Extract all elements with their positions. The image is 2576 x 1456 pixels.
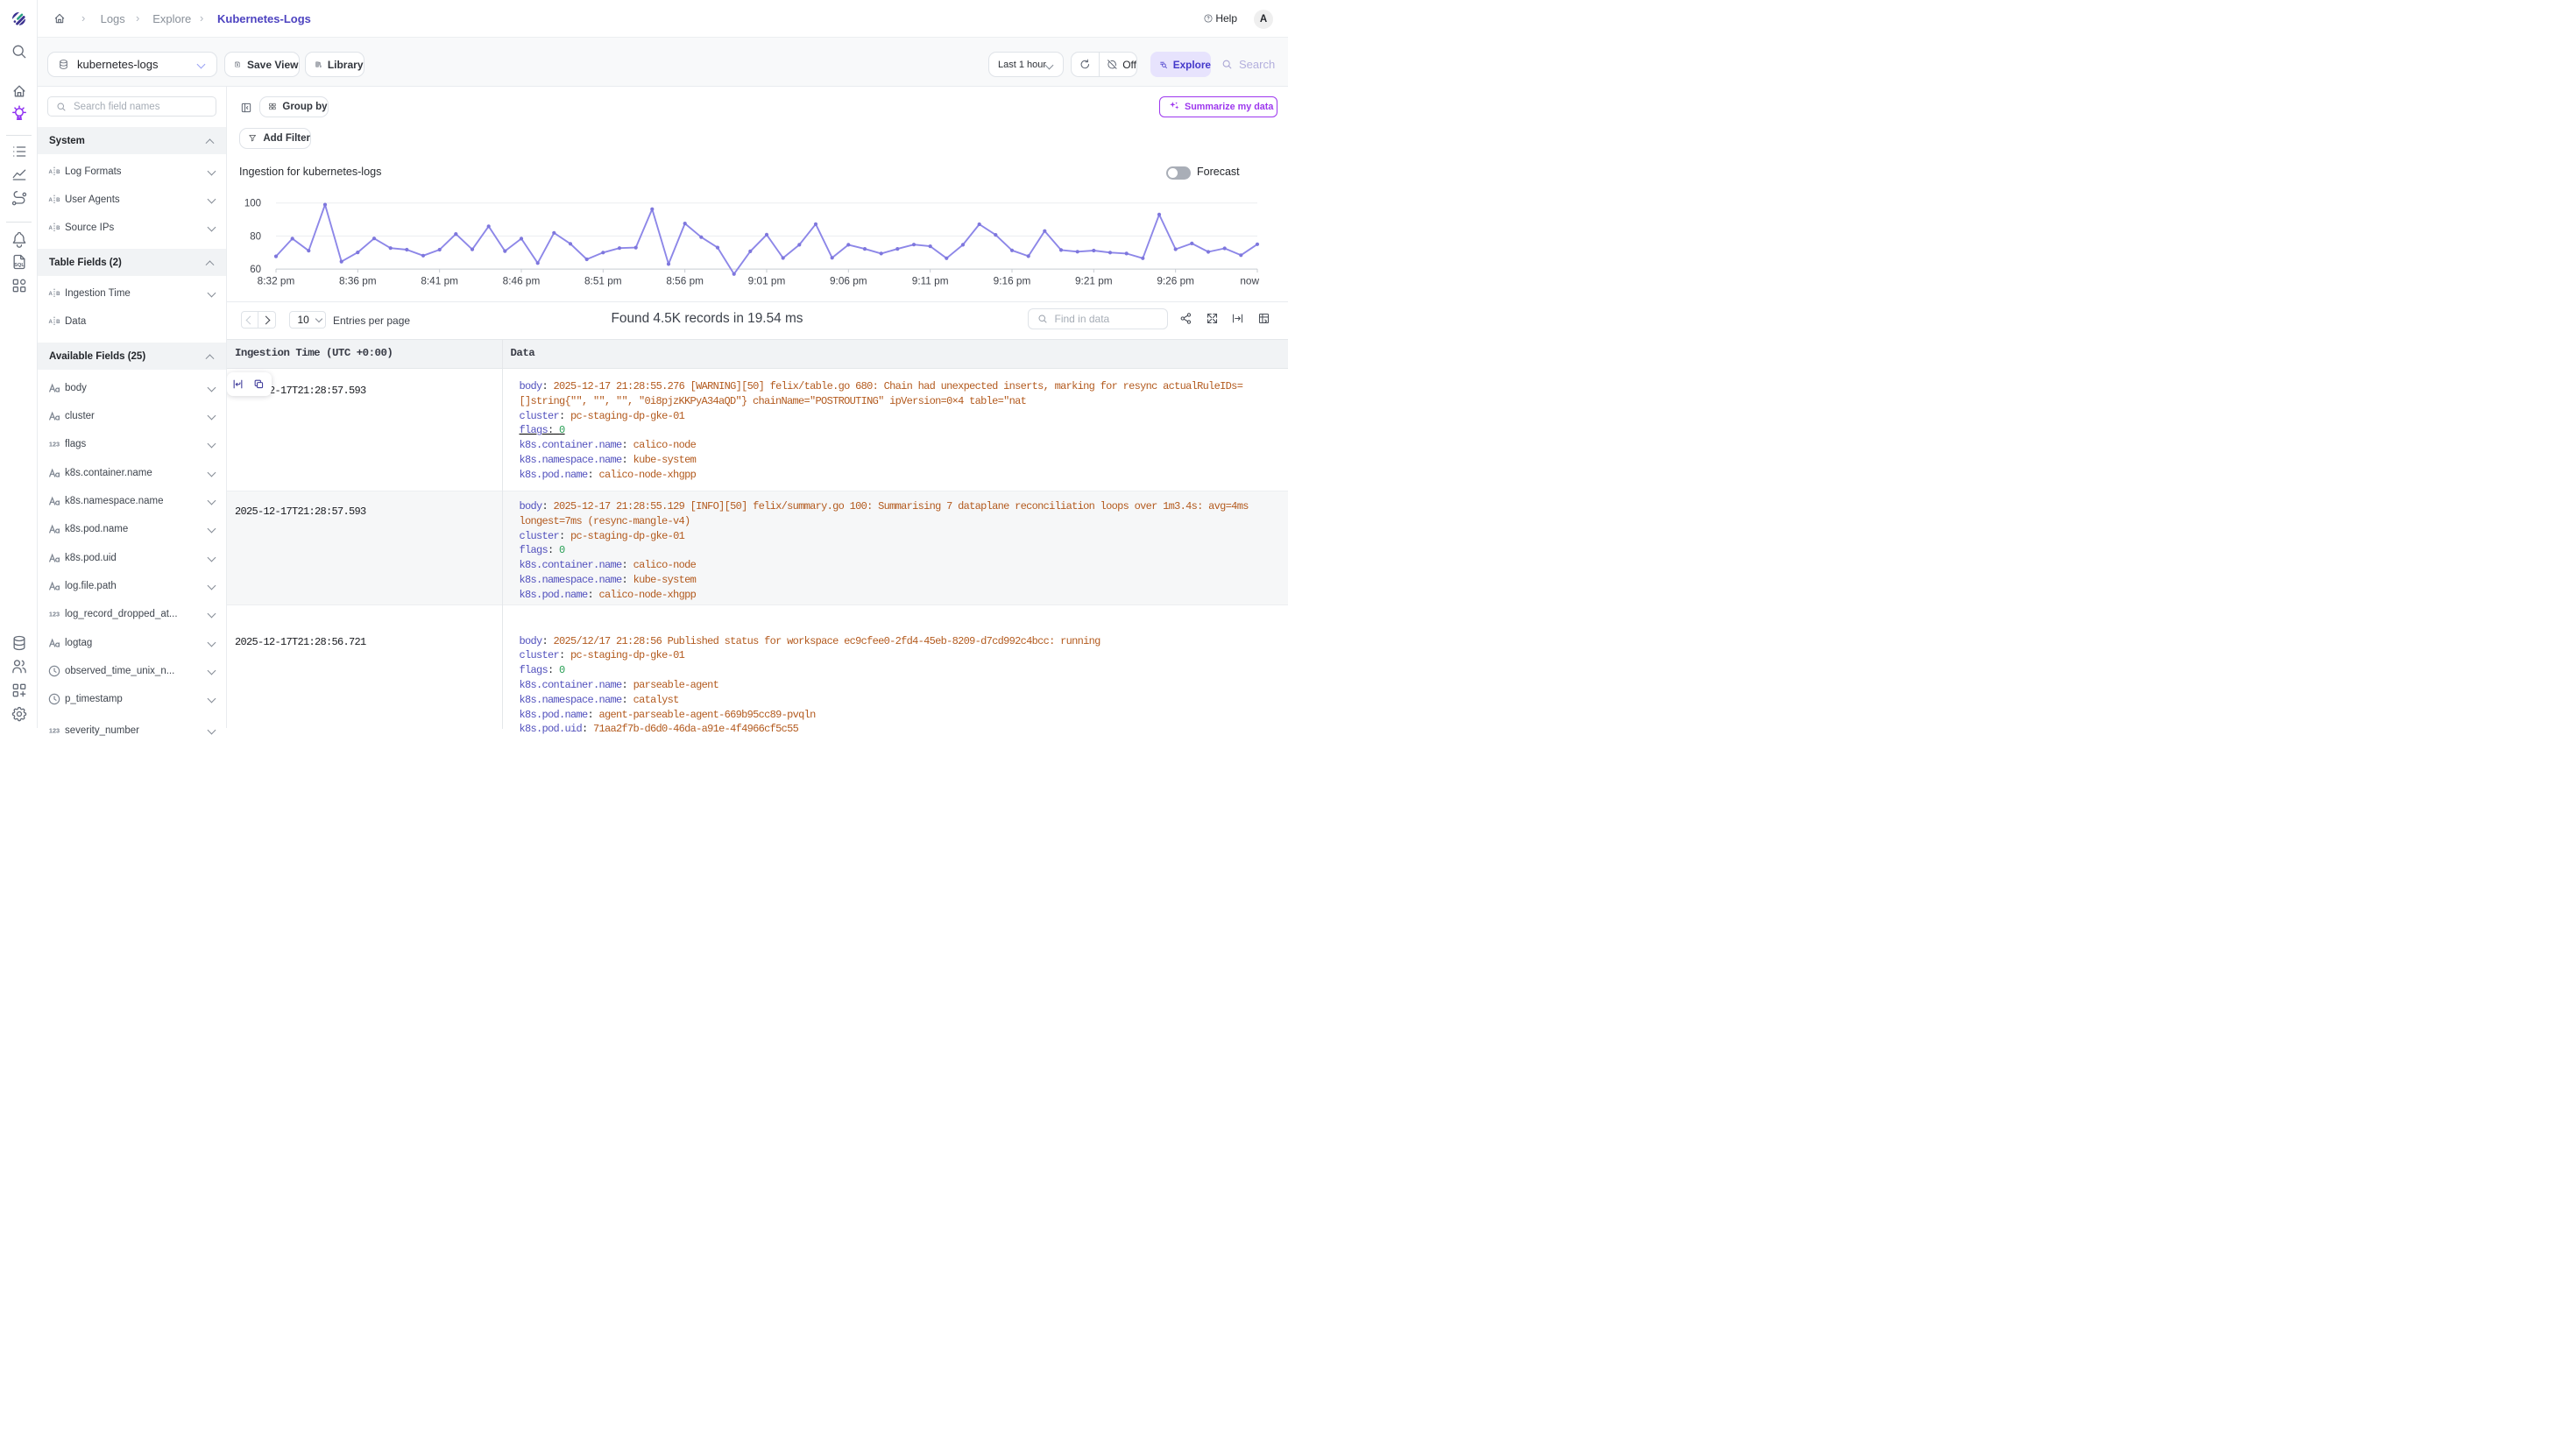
svg-text:123: 123 (49, 727, 60, 735)
svg-text:8:36 pm: 8:36 pm (339, 275, 377, 287)
svg-text:B: B (56, 198, 60, 203)
svg-text:9:21 pm: 9:21 pm (1075, 275, 1113, 287)
svg-text:A: A (48, 320, 53, 325)
svg-text:9:01 pm: 9:01 pm (748, 275, 786, 287)
svg-text:now: now (1240, 275, 1259, 287)
svg-text:B: B (56, 170, 60, 175)
svg-text:100: 100 (244, 199, 261, 209)
svg-text:9:11 pm: 9:11 pm (912, 275, 949, 287)
svg-text:B: B (56, 292, 60, 297)
svg-text:A: A (48, 292, 53, 297)
svg-text:123: 123 (49, 441, 60, 449)
svg-text:8:56 pm: 8:56 pm (666, 275, 704, 287)
svg-text:8:32 pm: 8:32 pm (258, 275, 295, 287)
svg-text:9:06 pm: 9:06 pm (830, 275, 867, 287)
svg-text:SQL: SQL (14, 263, 25, 268)
svg-text:60: 60 (250, 265, 261, 275)
svg-text:8:41 pm: 8:41 pm (421, 275, 458, 287)
svg-text:80: 80 (250, 231, 261, 242)
svg-text:A: A (48, 226, 53, 231)
svg-text:A: A (48, 170, 53, 175)
svg-text:8:51 pm: 8:51 pm (584, 275, 622, 287)
svg-text:123: 123 (49, 611, 60, 618)
svg-text:A: A (48, 198, 53, 203)
svg-text:B: B (56, 320, 60, 325)
svg-text:8:46 pm: 8:46 pm (503, 275, 541, 287)
svg-text:9:16 pm: 9:16 pm (994, 275, 1031, 287)
svg-text:B: B (56, 226, 60, 231)
svg-text:9:26 pm: 9:26 pm (1157, 275, 1194, 287)
